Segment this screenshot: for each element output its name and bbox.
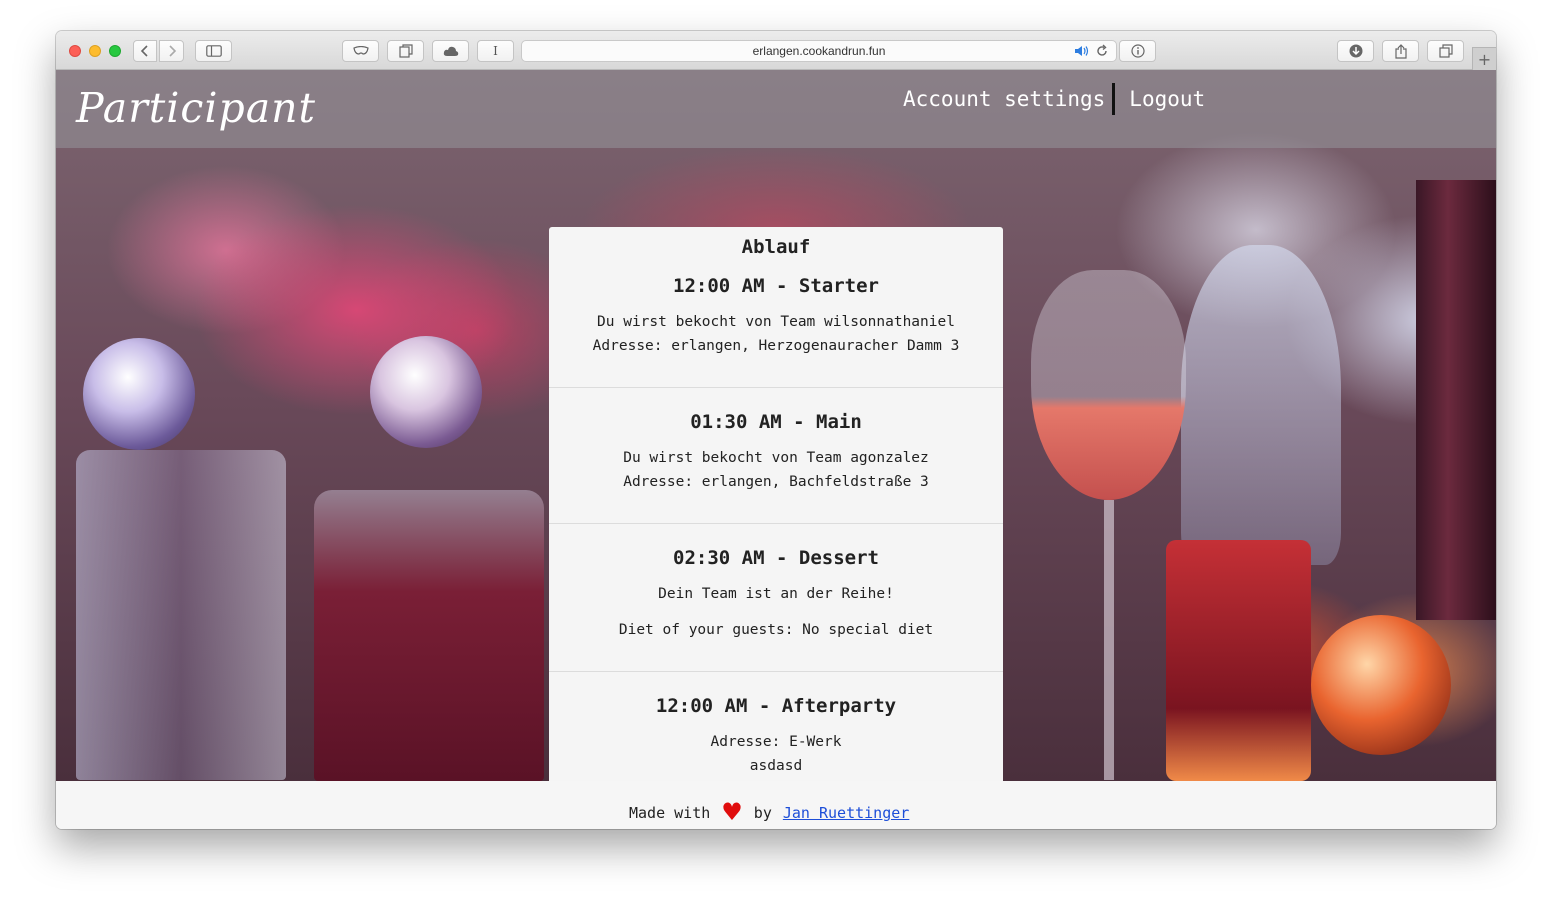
event-detail: Du wirst bekocht von Team agonzalez bbox=[623, 450, 929, 466]
site-info-button[interactable] bbox=[1119, 40, 1156, 62]
address-bar[interactable]: erlangen.cookandrun.fun bbox=[521, 40, 1117, 62]
web-page: Participant Account settings Logout Abla… bbox=[56, 70, 1496, 829]
speaker-icon[interactable] bbox=[1074, 45, 1090, 57]
made-with-text: Made with bbox=[629, 804, 711, 822]
event-time: 12:00 AM - Starter bbox=[673, 275, 879, 297]
logout-link[interactable]: Logout bbox=[1129, 84, 1205, 114]
site-header: Participant Account settings Logout bbox=[56, 70, 1496, 148]
tabs-overview-button[interactable] bbox=[387, 40, 424, 62]
right-decanter bbox=[314, 490, 544, 781]
header-nav: Account settings Logout bbox=[903, 83, 1205, 115]
event-time: 12:00 AM - Afterparty bbox=[655, 695, 897, 717]
schedule-event: 02:30 AM - Dessert Dein Team ist an der … bbox=[549, 547, 1003, 642]
event-detail: Adresse: erlangen, Herzogenauracher Damm… bbox=[592, 338, 960, 354]
red-glass bbox=[1166, 540, 1311, 781]
event-detail: Adresse: erlangen, Bachfeldstraße 3 bbox=[623, 474, 929, 490]
chevron-left-icon bbox=[140, 45, 148, 57]
reload-icon[interactable] bbox=[1096, 44, 1108, 58]
tabs-icon bbox=[1438, 44, 1453, 58]
reader-button[interactable]: I bbox=[477, 40, 514, 62]
close-window-button[interactable] bbox=[69, 45, 81, 57]
event-divider bbox=[549, 387, 1003, 388]
right-decanter-stopper bbox=[370, 336, 482, 448]
url-text: erlangen.cookandrun.fun bbox=[752, 44, 886, 58]
event-detail: Dein Team ist an der Reihe! bbox=[658, 586, 894, 602]
author-link[interactable]: Jan Ruettinger bbox=[783, 804, 909, 822]
cloud-button[interactable] bbox=[432, 40, 469, 62]
wine-glass-stem bbox=[1104, 500, 1114, 780]
share-icon bbox=[1394, 43, 1407, 59]
sidebar-icon bbox=[205, 45, 222, 57]
chevron-right-icon bbox=[168, 45, 176, 57]
glass-bottle bbox=[1181, 245, 1341, 565]
back-button[interactable] bbox=[133, 40, 157, 62]
event-divider bbox=[549, 671, 1003, 672]
event-detail: asdasd bbox=[749, 758, 803, 774]
heart-icon: ♥ bbox=[721, 798, 743, 826]
info-icon bbox=[1130, 44, 1145, 58]
by-text: by bbox=[753, 804, 772, 822]
show-tabs-button[interactable] bbox=[1427, 40, 1464, 62]
event-detail: Du wirst bekocht von Team wilsonnathanie… bbox=[597, 314, 955, 330]
plus-icon: + bbox=[1477, 49, 1492, 69]
schedule-event: 01:30 AM - Main Du wirst bekocht von Tea… bbox=[549, 411, 1003, 494]
private-button[interactable] bbox=[342, 40, 379, 62]
account-settings-link[interactable]: Account settings bbox=[903, 84, 1105, 114]
schedule-event: 12:00 AM - Starter Du wirst bekocht von … bbox=[549, 275, 1003, 358]
pages-icon bbox=[398, 44, 413, 58]
download-icon bbox=[1349, 44, 1362, 58]
site-footer: Made with ♥ by Jan Ruettinger bbox=[56, 781, 1496, 829]
background-pillar bbox=[1416, 180, 1496, 620]
cloud-icon bbox=[443, 46, 458, 56]
event-time: 01:30 AM - Main bbox=[690, 411, 862, 433]
sidebar-button[interactable] bbox=[195, 40, 232, 62]
left-decanter bbox=[76, 450, 286, 780]
schedule-title: Ablauf bbox=[741, 236, 811, 258]
left-decanter-stopper bbox=[83, 338, 195, 450]
schedule-card: Ablauf 12:00 AM - Starter Du wirst bekoc… bbox=[549, 227, 1003, 787]
brand-title: Participant bbox=[76, 84, 317, 132]
footer-credit: Made with ♥ by Jan Ruettinger bbox=[629, 796, 909, 826]
event-detail: Diet of your guests: No special diet bbox=[618, 622, 934, 638]
event-time: 02:30 AM - Dessert bbox=[673, 547, 879, 569]
glowing-orb bbox=[1311, 615, 1451, 755]
mask-icon bbox=[352, 46, 369, 55]
zoom-window-button[interactable] bbox=[109, 45, 121, 57]
browser-toolbar: I erlangen.cookandrun.fun + bbox=[56, 31, 1496, 70]
schedule-event: 12:00 AM - Afterparty Adresse: E-Werk as… bbox=[549, 695, 1003, 778]
event-detail: Adresse: E-Werk bbox=[710, 734, 842, 750]
wine-glass bbox=[1031, 270, 1186, 500]
downloads-button[interactable] bbox=[1337, 40, 1374, 62]
share-button[interactable] bbox=[1382, 40, 1419, 62]
forward-button[interactable] bbox=[159, 40, 184, 62]
new-tab-button[interactable]: + bbox=[1472, 47, 1496, 70]
event-divider bbox=[549, 523, 1003, 524]
minimize-window-button[interactable] bbox=[89, 45, 101, 57]
browser-window: I erlangen.cookandrun.fun + Participant … bbox=[56, 31, 1496, 829]
nav-separator bbox=[1112, 83, 1116, 115]
